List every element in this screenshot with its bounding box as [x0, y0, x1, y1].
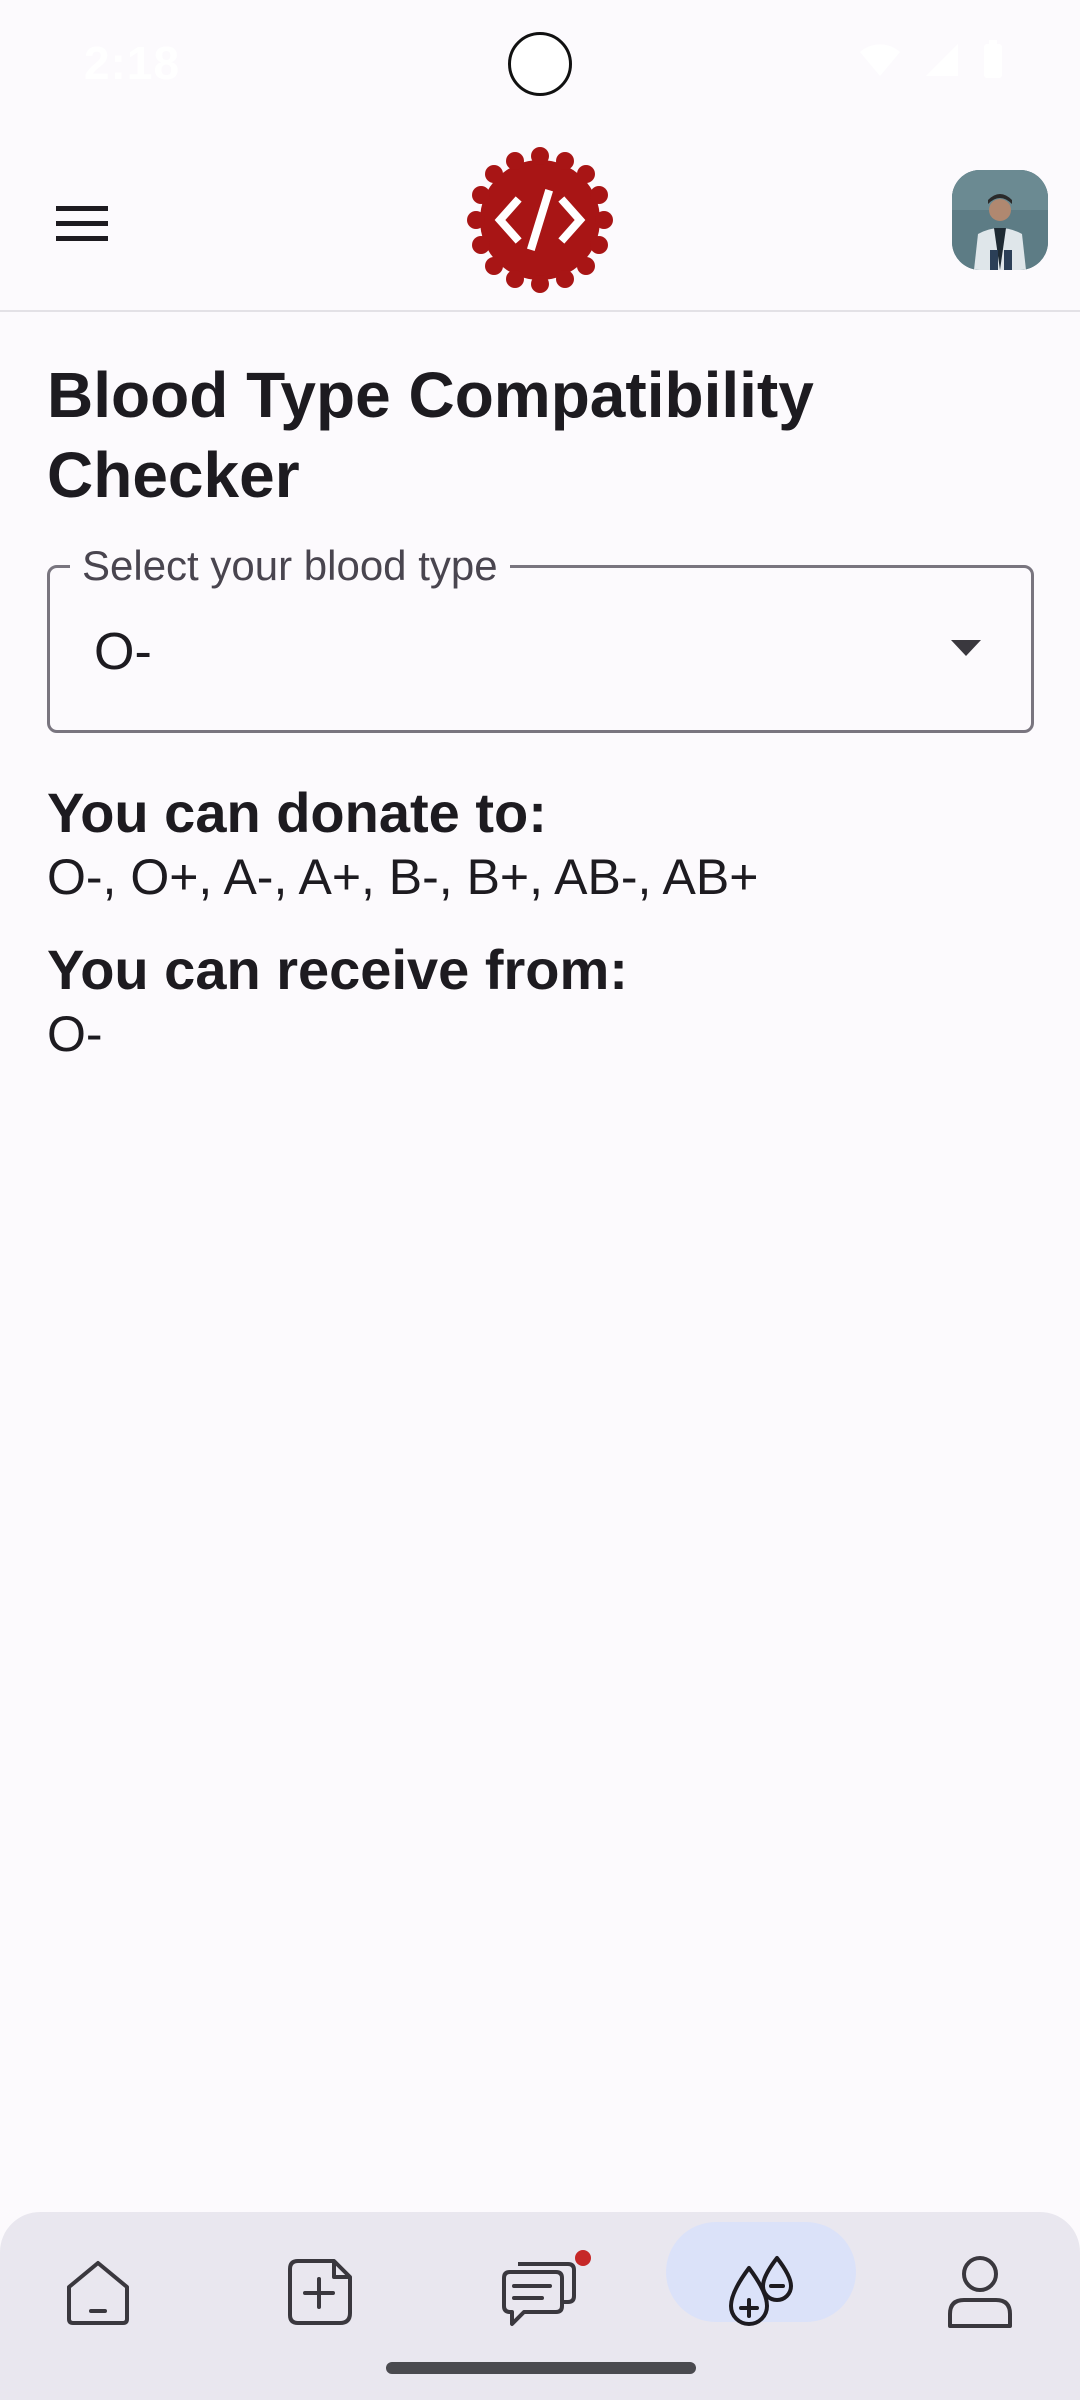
select-value: O- [94, 623, 152, 681]
status-bar: 2:18 [0, 0, 1080, 130]
add-post-icon [288, 2259, 352, 2325]
nav-blood[interactable] [706, 2242, 816, 2342]
avatar[interactable] [952, 170, 1048, 270]
signal-icon [926, 44, 958, 76]
code-badge-logo[interactable] [466, 146, 614, 294]
donate-heading: You can donate to: [47, 781, 547, 844]
page-title: Blood Type Compatibility Checker [47, 359, 814, 511]
receive-heading: You can receive from: [47, 938, 628, 1001]
user-avatar-photo [952, 170, 1048, 270]
battery-icon [984, 40, 1002, 78]
donate-section: You can donate to: O-, O+, A-, A+, B-, B… [47, 780, 1047, 908]
top-app-bar [0, 130, 1080, 312]
select-label: Select your blood type [70, 542, 510, 590]
blood-drop-icon [729, 2256, 793, 2326]
menu-button[interactable] [40, 182, 124, 266]
front-camera [508, 32, 572, 96]
chat-notification-badge [575, 2250, 591, 2266]
donate-value: O-, O+, A-, A+, B-, B+, AB-, AB+ [47, 849, 759, 905]
hamburger-menu-icon [56, 206, 108, 241]
nav-profile[interactable] [925, 2242, 1035, 2342]
wifi-icon [860, 44, 900, 76]
chat-icon [502, 2262, 576, 2326]
status-time: 2:18 [84, 37, 181, 89]
blood-type-select[interactable]: Select your blood type O- [47, 542, 1034, 733]
nav-add-post[interactable] [264, 2242, 374, 2342]
page-header: Blood Type Compatibility Checker [47, 355, 1037, 515]
nav-chat[interactable] [483, 2242, 593, 2342]
nav-home[interactable] [43, 2242, 153, 2342]
receive-section: You can receive from: O- [47, 937, 1047, 1065]
home-icon [67, 2261, 129, 2325]
receive-value: O- [47, 1006, 103, 1062]
gesture-home-indicator[interactable] [386, 2362, 696, 2374]
dropdown-arrow-icon[interactable] [951, 640, 981, 656]
profile-icon [948, 2256, 1012, 2328]
bottom-navigation [0, 2212, 1080, 2400]
status-icons [858, 40, 1004, 80]
